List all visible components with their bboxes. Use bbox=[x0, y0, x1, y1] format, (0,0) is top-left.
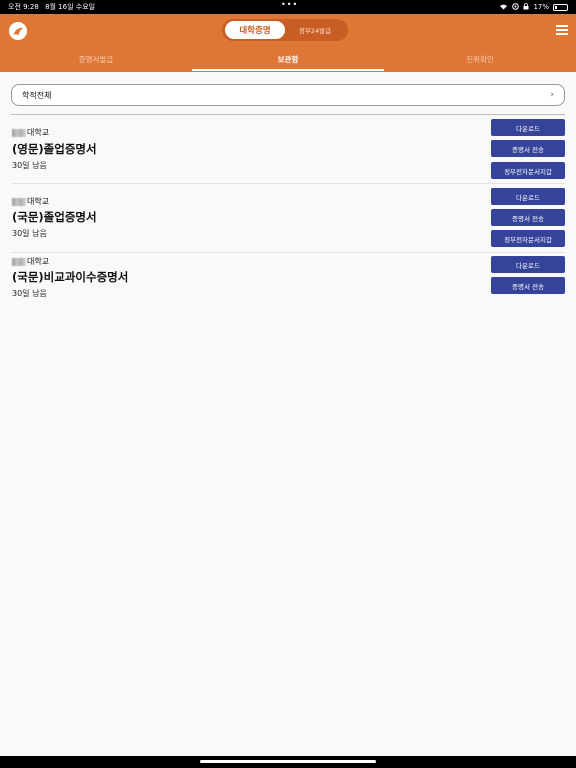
tab-issue-certificate[interactable]: 증명서발급 bbox=[0, 50, 192, 68]
document-title: (국문)졸업증명서 bbox=[12, 210, 97, 224]
home-indicator[interactable] bbox=[0, 756, 576, 768]
battery-icon bbox=[553, 3, 568, 11]
active-tab-indicator bbox=[192, 69, 384, 71]
download-button[interactable]: 다운로드 bbox=[491, 188, 565, 205]
segment-gov24-issue[interactable]: 정부24발급 bbox=[286, 21, 344, 39]
multitask-dots[interactable]: ••• bbox=[281, 0, 298, 9]
gov-wallet-button[interactable]: 정부전자문서지갑 bbox=[491, 230, 565, 247]
university-name: 대학교 bbox=[12, 256, 49, 267]
gov-wallet-button[interactable]: 정부전자문서지갑 bbox=[491, 162, 565, 179]
document-title: (국문)비교과이수증명서 bbox=[12, 270, 129, 284]
remaining-days: 30일 남음 bbox=[12, 161, 47, 170]
status-time-date: 오전 9:28 8월 16일 수요일 bbox=[8, 2, 95, 12]
send-certificate-button[interactable]: 증명서 전송 bbox=[491, 277, 565, 294]
list-divider bbox=[11, 114, 565, 115]
tab-verify[interactable]: 진위확인 bbox=[384, 50, 576, 68]
status-time: 오전 9:28 bbox=[8, 3, 39, 11]
academic-filter-select[interactable]: 학적전체 › bbox=[11, 84, 565, 106]
redacted-text bbox=[12, 128, 26, 137]
redacted-text bbox=[12, 197, 26, 206]
wifi-icon bbox=[499, 3, 508, 12]
send-certificate-button[interactable]: 증명서 전송 bbox=[491, 209, 565, 226]
app-header: 대학증명 정부24발급 증명서발급 보관함 진위확인 bbox=[0, 14, 576, 72]
send-certificate-button[interactable]: 증명서 전송 bbox=[491, 140, 565, 157]
university-name: 대학교 bbox=[12, 196, 49, 207]
university-name: 대학교 bbox=[12, 127, 49, 138]
remaining-days: 30일 남음 bbox=[12, 289, 47, 298]
row-divider bbox=[11, 183, 565, 184]
redacted-text bbox=[12, 257, 26, 266]
lock-rotation-icon bbox=[523, 2, 529, 12]
row-divider bbox=[11, 252, 565, 253]
status-icons: 17% bbox=[499, 2, 568, 12]
document-title: (영문)졸업증명서 bbox=[12, 142, 97, 156]
status-date: 8월 16일 수요일 bbox=[45, 3, 96, 11]
hamburger-menu-icon[interactable] bbox=[556, 25, 568, 35]
segment-university-certificate[interactable]: 대학증명 bbox=[225, 21, 285, 39]
segment-control: 대학증명 정부24발급 bbox=[222, 19, 348, 41]
download-button[interactable]: 다운로드 bbox=[491, 256, 565, 273]
download-button[interactable]: 다운로드 bbox=[491, 119, 565, 136]
chevron-right-icon: › bbox=[550, 90, 554, 100]
status-bar: 오전 9:28 8월 16일 수요일 ••• 17% bbox=[0, 0, 576, 14]
battery-percent: 17% bbox=[533, 3, 549, 11]
location-icon bbox=[512, 2, 520, 12]
filter-label: 학적전체 bbox=[22, 90, 52, 100]
tab-storage[interactable]: 보관함 bbox=[192, 50, 384, 68]
remaining-days: 30일 남음 bbox=[12, 229, 47, 238]
app-logo-icon[interactable] bbox=[9, 22, 27, 40]
